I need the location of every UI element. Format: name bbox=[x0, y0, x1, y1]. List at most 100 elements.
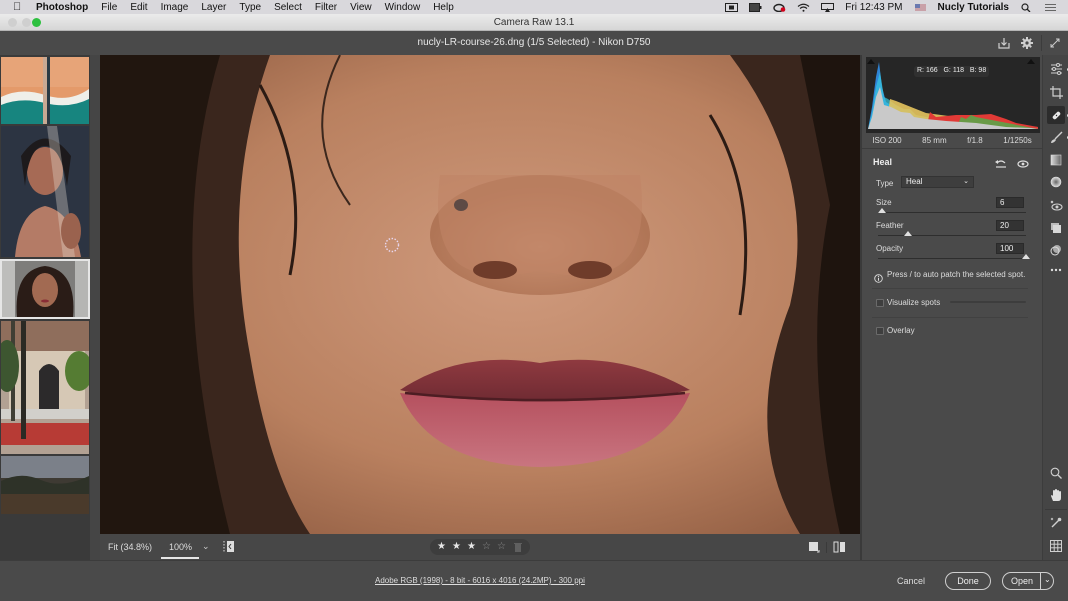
single-view-icon[interactable] bbox=[808, 541, 820, 553]
color-sampler-eyedropper-icon[interactable] bbox=[1047, 514, 1065, 532]
before-after-view-icon[interactable] bbox=[833, 541, 847, 553]
thumbnail-palace-building[interactable] bbox=[1, 321, 89, 454]
toggle-visibility-eye-icon[interactable] bbox=[1017, 156, 1029, 168]
size-slider-handle[interactable] bbox=[878, 208, 887, 213]
apple-menu-icon[interactable]:  bbox=[13, 1, 23, 13]
star-rating: ★ ★ ★ ☆ ☆ bbox=[430, 539, 530, 555]
opacity-slider-handle[interactable] bbox=[1022, 254, 1030, 259]
toolstrip-divider bbox=[1045, 509, 1067, 510]
menu-filter[interactable]: Filter bbox=[315, 2, 337, 13]
menu-view[interactable]: View bbox=[350, 2, 372, 13]
rating-star-4[interactable]: ☆ bbox=[482, 541, 491, 552]
hand-tool-icon[interactable] bbox=[1047, 486, 1065, 504]
thumbnail-mountain-landscape[interactable] bbox=[1, 456, 89, 514]
overlay-label: Overlay bbox=[887, 326, 915, 335]
rating-star-5[interactable]: ☆ bbox=[497, 541, 506, 552]
workflow-options-link[interactable]: Adobe RGB (1998) - 8 bit - 6016 x 4016 (… bbox=[375, 576, 585, 585]
visualize-spots-checkbox[interactable] bbox=[876, 299, 884, 307]
image-preview-canvas[interactable] bbox=[100, 55, 860, 534]
menu-app-name[interactable]: Photoshop bbox=[36, 2, 88, 13]
zoom-100-button[interactable]: 100% bbox=[169, 542, 192, 552]
airplay-icon[interactable] bbox=[821, 2, 835, 12]
menubar-user[interactable]: Nucly Tutorials bbox=[938, 2, 1010, 13]
fullscreen-toggle-icon[interactable] bbox=[1048, 36, 1062, 50]
menu-select[interactable]: Select bbox=[274, 2, 302, 13]
menu-image[interactable]: Image bbox=[161, 2, 189, 13]
view-divider bbox=[826, 542, 827, 553]
b-value: 98 bbox=[978, 67, 987, 74]
b-label: B: bbox=[969, 67, 977, 74]
menu-type[interactable]: Type bbox=[239, 2, 261, 13]
menu-edit[interactable]: Edit bbox=[130, 2, 147, 13]
red-eye-icon[interactable] bbox=[1047, 197, 1065, 215]
g-value: 118 bbox=[952, 67, 964, 74]
type-dropdown[interactable]: Heal ⌄ bbox=[901, 176, 974, 188]
edit-sliders-icon[interactable] bbox=[1047, 60, 1065, 78]
open-options-chevron-icon[interactable]: ⌄ bbox=[1044, 572, 1051, 588]
rating-star-2[interactable]: ★ bbox=[452, 541, 461, 552]
more-options-icon[interactable] bbox=[1047, 261, 1065, 279]
delete-trash-icon[interactable] bbox=[514, 542, 522, 552]
zoom-fit-button[interactable]: Fit (34.8%) bbox=[108, 542, 152, 552]
header-divider bbox=[1041, 35, 1042, 51]
visualize-spots-slider[interactable] bbox=[950, 301, 1026, 303]
size-label: Size bbox=[876, 198, 892, 207]
crop-tool-icon[interactable] bbox=[1047, 83, 1065, 101]
linear-gradient-icon[interactable] bbox=[1047, 151, 1065, 169]
window-zoom-button[interactable] bbox=[32, 18, 41, 27]
radial-gradient-icon[interactable] bbox=[1047, 173, 1065, 191]
size-slider-track[interactable] bbox=[878, 212, 1026, 213]
menu-layer[interactable]: Layer bbox=[201, 2, 226, 13]
open-button[interactable]: Open ⌄ bbox=[1002, 572, 1054, 590]
settings-gear-icon[interactable] bbox=[1020, 36, 1034, 50]
histogram[interactable]: R: 166 G: 118 B: 98 bbox=[866, 57, 1040, 133]
filmstrip-scrollbar[interactable] bbox=[90, 55, 100, 560]
window-titlebar: Camera Raw 13.1 bbox=[0, 14, 1068, 31]
presets-icon[interactable] bbox=[1047, 241, 1065, 259]
window-minimize-button[interactable] bbox=[22, 18, 31, 27]
type-dropdown-chevron-icon: ⌄ bbox=[963, 178, 969, 185]
creative-cloud-icon[interactable] bbox=[773, 3, 786, 12]
feather-slider-handle[interactable] bbox=[903, 231, 912, 236]
battery-icon[interactable] bbox=[749, 2, 762, 12]
menu-help[interactable]: Help bbox=[433, 2, 454, 13]
tool-strip bbox=[1042, 55, 1068, 560]
exif-info: ISO 200 85 mm f/1.8 1/1250s bbox=[862, 133, 1042, 149]
reset-heal-icon[interactable] bbox=[995, 156, 1007, 168]
healing-bandage-icon[interactable] bbox=[1047, 106, 1065, 124]
rating-star-1[interactable]: ★ bbox=[437, 541, 446, 552]
menubar-clock[interactable]: Fri 12:43 PM bbox=[845, 2, 902, 13]
feather-slider-track[interactable] bbox=[878, 235, 1026, 236]
thumbnail-woman-veil-portrait[interactable] bbox=[1, 126, 89, 257]
exif-focal-length: 85 mm bbox=[922, 136, 947, 145]
zoom-dropdown-chevron-icon[interactable]: ⌄ bbox=[202, 541, 210, 552]
zoom-tool-icon[interactable] bbox=[1047, 464, 1065, 482]
size-input[interactable]: 6 bbox=[996, 197, 1024, 208]
cancel-button[interactable]: Cancel bbox=[897, 576, 925, 586]
grid-overlay-icon[interactable] bbox=[1047, 537, 1065, 555]
exif-iso: ISO 200 bbox=[872, 136, 902, 145]
opacity-slider-track[interactable] bbox=[878, 258, 1026, 259]
filmstrip-toggle-icon[interactable] bbox=[221, 538, 237, 556]
save-image-icon[interactable] bbox=[997, 36, 1011, 50]
screen-record-icon[interactable] bbox=[725, 2, 739, 12]
menu-window[interactable]: Window bbox=[385, 2, 421, 13]
notification-center-icon[interactable] bbox=[1044, 3, 1057, 12]
window-close-button[interactable] bbox=[8, 18, 17, 27]
flag-icon[interactable] bbox=[914, 3, 927, 12]
wifi-icon[interactable] bbox=[797, 3, 810, 12]
feather-input[interactable]: 20 bbox=[996, 220, 1024, 231]
snapshots-icon[interactable] bbox=[1047, 219, 1065, 237]
menu-file[interactable]: File bbox=[101, 2, 117, 13]
macos-menubar:  Photoshop File Edit Image Layer Type S… bbox=[0, 0, 1068, 14]
spotlight-icon[interactable] bbox=[1020, 2, 1033, 12]
thumbnail-woman-curly-hair-portrait[interactable] bbox=[0, 259, 90, 319]
open-button-label: Open bbox=[1011, 576, 1034, 586]
overlay-checkbox[interactable] bbox=[876, 327, 884, 335]
preview-bottom-bar: Fit (34.8%) 100% ⌄ ★ ★ ★ ☆ ☆ bbox=[100, 534, 860, 560]
rating-star-3[interactable]: ★ bbox=[467, 541, 476, 552]
thumbnail-beach-aerial[interactable] bbox=[1, 57, 89, 124]
masking-brush-icon[interactable] bbox=[1047, 128, 1065, 146]
done-button[interactable]: Done bbox=[945, 572, 991, 590]
opacity-input[interactable]: 100 bbox=[996, 243, 1024, 254]
